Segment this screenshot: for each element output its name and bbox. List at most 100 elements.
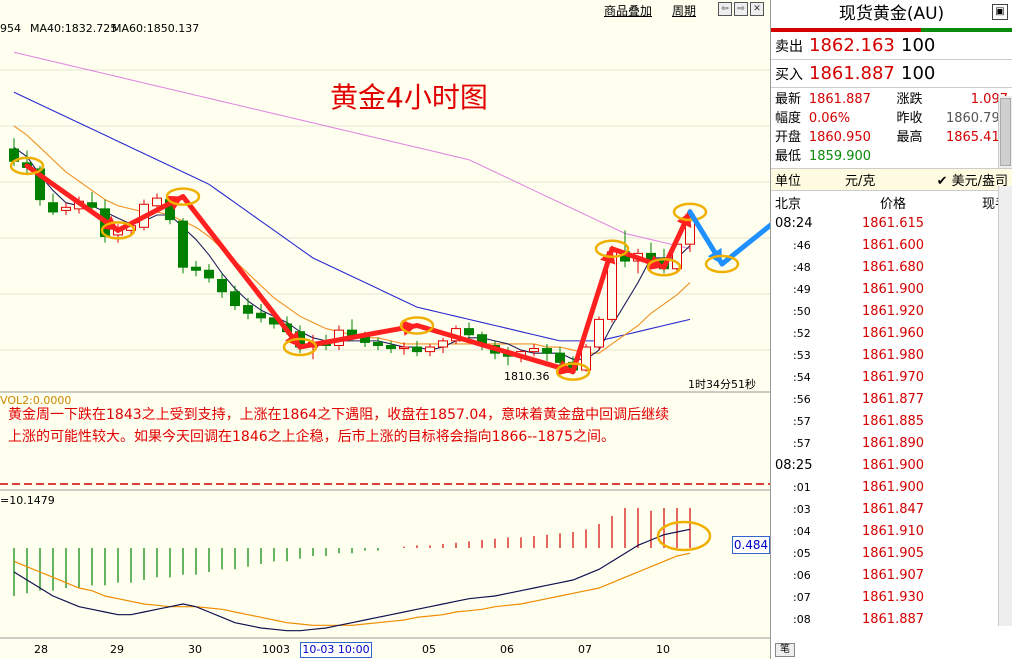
buy-row: 买入 1861.887 100 (771, 60, 1012, 88)
tick-row: :051861.9050 (771, 543, 1012, 565)
sell-volume: 100 (901, 35, 936, 56)
stat-label: 涨跌 (896, 92, 923, 107)
sell-row: 卖出 1862.163 100 (771, 32, 1012, 60)
tick-time: :54 (793, 371, 811, 384)
tick-time: :03 (793, 503, 811, 516)
tick-time: :46 (793, 239, 811, 252)
restore-window-icon[interactable]: ▣ (992, 4, 1008, 20)
tick-row: 08:241861.6150 (771, 213, 1012, 235)
instrument-name: 现货黄金(AU) (838, 4, 945, 24)
tick-price: 1861.885 (861, 414, 925, 429)
candle-body (425, 346, 435, 353)
stat-label: 昨收 (896, 111, 923, 126)
candle-body (412, 346, 422, 353)
candle-body (256, 312, 266, 319)
candle-body (87, 202, 97, 208)
forward-icon[interactable]: ⇨ (734, 2, 748, 16)
candle-body (529, 348, 539, 353)
analysis-text-line1: 黄金周一下跌在1843之上受到支持，上涨在1864之下遇阻，收盘在1857.04… (8, 407, 670, 423)
unit-label: 单位 (775, 174, 802, 189)
close-icon[interactable]: ✕ (750, 2, 764, 16)
x-label-29: 29 (110, 643, 124, 656)
stats-row: 开盘 1860.950 最高 1865.410 (775, 128, 1008, 147)
tick-row: :481861.6800 (771, 257, 1012, 279)
stat-label: 最新 (775, 92, 802, 107)
stat-value: 1861.887 (808, 92, 871, 107)
tick-time: :52 (793, 327, 811, 340)
tick-price: 1861.930 (861, 590, 925, 605)
tick-row: :461861.6000 (771, 235, 1012, 257)
tick-price: 1861.900 (861, 480, 925, 495)
buy-price: 1861.887 (809, 63, 895, 84)
tick-time: 08:25 (775, 458, 813, 473)
analysis-text-line2: 上涨的可能性较大。如果今天回调在1846之上企稳，后市上涨的目标将会指向1866… (8, 429, 615, 445)
tick-price: 1861.960 (861, 326, 925, 341)
candle-body (178, 220, 188, 268)
tick-header: 北京 价格 现手 (771, 191, 1012, 213)
tick-header-price: 价格 (879, 196, 906, 212)
tick-time: :56 (793, 393, 811, 406)
tick-scrollbar[interactable] (998, 186, 1012, 626)
period-link[interactable]: 周期 (672, 2, 696, 19)
buy-volume: 100 (901, 63, 936, 84)
back-icon[interactable]: ⇦ (718, 2, 732, 16)
ma40-label: MA40:1832.725 (30, 22, 118, 35)
swing-arrow (297, 323, 420, 350)
tick-row: :011861.9000 (771, 477, 1012, 499)
unit-value[interactable]: 元/克 (845, 170, 925, 189)
ma60-label: MA60:1850.137 (112, 22, 200, 35)
candle-body (243, 305, 253, 314)
tick-price: 1861.900 (861, 458, 925, 473)
color-stripe (771, 28, 1012, 32)
stat-value: 1860.790 (945, 111, 1008, 126)
stat-label: 最高 (896, 130, 923, 145)
tick-time: :53 (793, 349, 811, 362)
x-label-06: 06 (500, 643, 514, 656)
tick-row: :541861.9700 (771, 367, 1012, 389)
tick-time: :48 (793, 261, 811, 274)
tick-row: :031861.8470 (771, 499, 1012, 521)
tick-time: :05 (793, 547, 811, 560)
candle-body (230, 291, 240, 307)
tick-price: 1861.600 (861, 238, 925, 253)
x-label-28: 28 (34, 643, 48, 656)
x-label-05: 05 (422, 643, 436, 656)
tick-row: 08:251861.9000 (771, 455, 1012, 477)
currency-toggle[interactable]: ✔ 美元/盎司 (925, 170, 1008, 189)
kline-chart-area[interactable]: 954 MA40:1832.725 MA60:1850.137 商品叠加 周期 … (0, 0, 770, 659)
stats-row: 最新 1861.887 涨跌 1.097 (775, 90, 1008, 109)
macd-value-box: 0.484 (732, 536, 770, 554)
stat-value: 0.06% (808, 111, 851, 126)
stat-label: 开盘 (775, 130, 802, 145)
tick-price: 1861.877 (861, 392, 925, 407)
cursor-time-box: 10-03 10:00 (300, 642, 372, 658)
tick-price: 1861.907 (861, 568, 925, 583)
overlay-commodity-link[interactable]: 商品叠加 (604, 2, 652, 19)
tick-price: 1861.970 (861, 370, 925, 385)
tick-time: :50 (793, 305, 811, 318)
tick-row: :571861.8850 (771, 411, 1012, 433)
candle-body (217, 278, 227, 293)
tick-list[interactable]: 08:241861.6150:461861.6000:481861.6800:4… (771, 213, 1012, 631)
tick-tab[interactable]: 笔 (775, 643, 795, 657)
tick-time: :06 (793, 569, 811, 582)
candle-body (542, 348, 552, 354)
candle-body (386, 344, 396, 350)
tick-price: 1861.910 (861, 524, 925, 539)
panel-title: 现货黄金(AU) ▣ (771, 0, 1012, 28)
candle-body (48, 202, 58, 213)
tick-time: :08 (793, 613, 811, 626)
x-label-30: 30 (188, 643, 202, 656)
tick-price: 1861.980 (861, 348, 925, 363)
stats-scrollbar[interactable] (998, 96, 1012, 168)
tick-row: :521861.9600 (771, 323, 1012, 345)
countdown-label: 1时34分51秒 (688, 378, 756, 391)
candle-body (191, 266, 201, 271)
stats-row: 最低 1859.900 (775, 147, 1008, 166)
tick-row: :081861.8870 (771, 609, 1012, 631)
sell-label: 卖出 (775, 38, 803, 55)
candle-body (399, 346, 409, 350)
tick-header-time: 北京 (775, 196, 802, 212)
tick-row: :491861.9000 (771, 279, 1012, 301)
macd-dif-line (13, 528, 691, 632)
